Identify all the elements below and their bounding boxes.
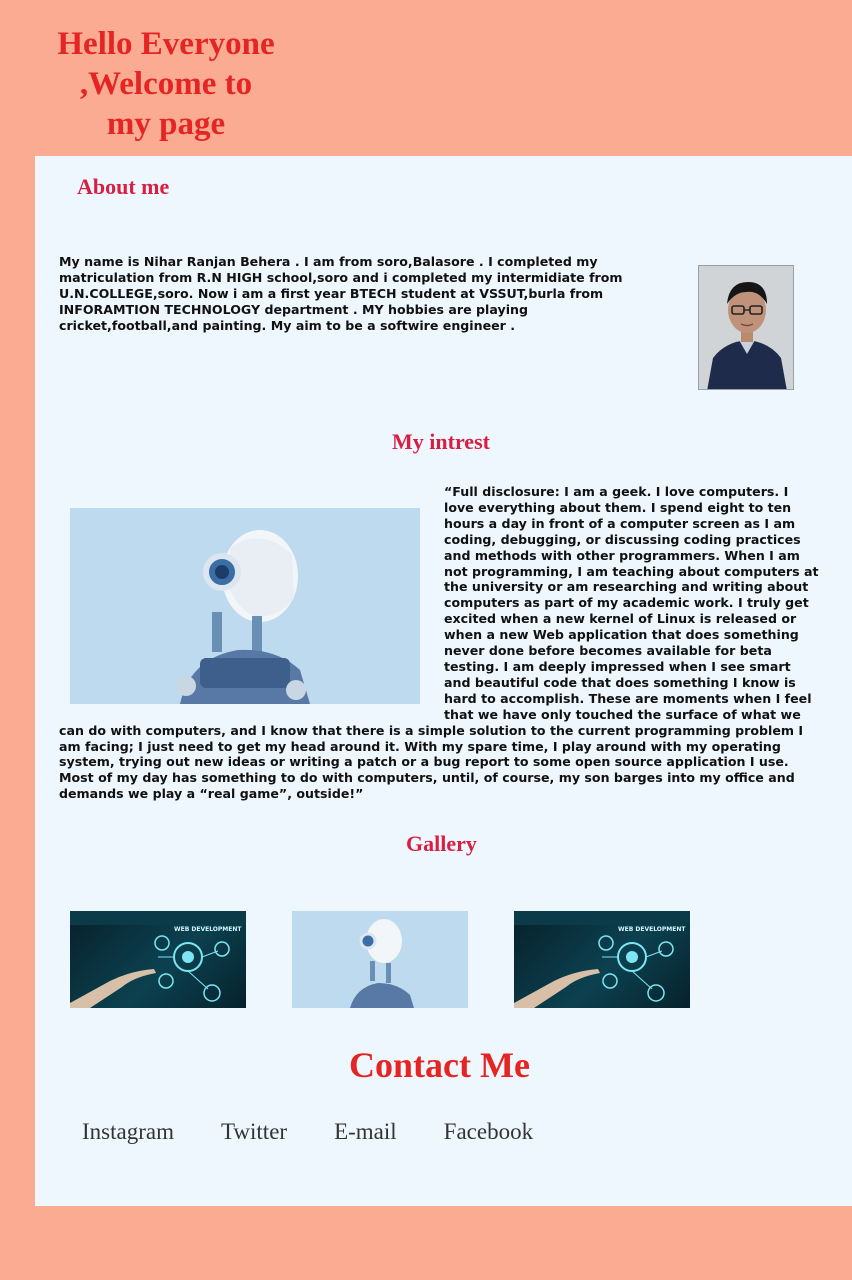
gallery-image-1-caption: WEB DEVELOPMENT <box>174 926 242 933</box>
interest-heading: My intrest <box>392 429 490 454</box>
interest-section: “Full disclosure: I am a geek. I love co… <box>59 484 819 802</box>
gallery-image-web-development-2: WEB DEVELOPMENT <box>514 911 690 1008</box>
facebook-link[interactable]: Facebook <box>444 1119 533 1145</box>
welcome-line-2: ,Welcome to <box>79 66 253 102</box>
gallery-image-web-development: WEB DEVELOPMENT <box>70 911 246 1008</box>
contact-links: Instagram Twitter E-mail Facebook <box>82 1119 533 1145</box>
robot-image <box>70 508 420 704</box>
about-heading: About me <box>77 174 170 199</box>
twitter-link[interactable]: Twitter <box>221 1119 287 1145</box>
gallery-image-3-caption: WEB DEVELOPMENT <box>618 926 686 933</box>
profile-photo <box>698 265 794 390</box>
gallery-heading: Gallery <box>406 831 477 856</box>
content-panel: About me My name is Nihar Ranjan Behera … <box>35 156 852 1206</box>
contact-heading: Contact Me <box>349 1045 530 1085</box>
welcome-line-1: Hello Everyone <box>57 26 275 62</box>
welcome-line-3: my page <box>106 106 226 142</box>
email-link[interactable]: E-mail <box>334 1119 397 1145</box>
about-text: My name is Nihar Ranjan Behera . I am fr… <box>59 254 623 333</box>
gallery-image-robot <box>292 911 468 1008</box>
welcome-title: Hello Everyone ,Welcome to my page <box>40 24 292 144</box>
instagram-link[interactable]: Instagram <box>82 1119 174 1145</box>
